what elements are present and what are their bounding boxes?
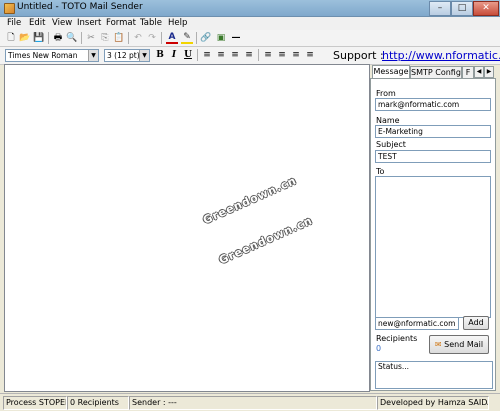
font-size-select[interactable]: 3 (12 pt) ▼ (104, 49, 150, 62)
toolbar-separator (48, 32, 49, 44)
chevron-down-icon[interactable]: ▼ (88, 50, 98, 61)
sender-status: Sender : --- (129, 396, 377, 410)
numbered-list-icon[interactable]: ≡ (201, 49, 213, 61)
print-icon[interactable]: 🖶 (52, 32, 64, 44)
to-label: To (376, 167, 385, 176)
menu-view[interactable]: View (52, 18, 72, 28)
bold-button[interactable]: B (154, 49, 166, 61)
insert-image-icon[interactable]: ▣ (215, 32, 227, 44)
process-status: Process STOPED (3, 396, 67, 410)
from-label: From (376, 89, 396, 98)
undo-icon[interactable]: ↶ (132, 32, 144, 44)
add-button[interactable]: Add (463, 316, 489, 330)
recipients-status: 0 Recipients (67, 396, 129, 410)
align-right-icon[interactable]: ≡ (290, 49, 302, 61)
status-text: Status... (378, 362, 410, 371)
send-mail-label: Send Mail (444, 340, 484, 349)
message-editor[interactable]: Greendown.cn Greendown.cn (4, 64, 370, 392)
menu-edit[interactable]: Edit (29, 18, 45, 28)
toolbar-separator (197, 49, 198, 61)
toolbar-separator (128, 32, 129, 44)
support-label: Support : (333, 49, 384, 62)
developer-credit: Developed by Hamza SAIDA (377, 396, 489, 410)
status-box: Status... (375, 361, 493, 389)
menu-help[interactable]: Help (168, 18, 187, 28)
tab-partial[interactable]: F (462, 66, 474, 78)
toolbar-separator (258, 49, 259, 61)
minimize-button[interactable]: – (429, 1, 451, 16)
bullet-list-icon[interactable]: ≡ (215, 49, 227, 61)
recipients-list[interactable] (375, 176, 491, 318)
message-tab-body: From mark@nformatic.com Name E-Marketing… (370, 78, 496, 391)
watermark-text: Greendown.cn (201, 173, 299, 227)
standard-toolbar: 🗋 📂 💾 🖶 🔍 ✂ ⎘ 📋 ↶ ↷ A ✎ 🔗 ▣ — (0, 30, 500, 47)
menu-table[interactable]: Table (140, 18, 162, 28)
chevron-down-icon[interactable]: ▼ (139, 50, 149, 61)
subject-label: Subject (376, 140, 406, 149)
tab-smtp-config[interactable]: SMTP Config. (410, 66, 462, 78)
outdent-icon[interactable]: ≡ (229, 49, 241, 61)
send-mail-button[interactable]: ✉ Send Mail (429, 335, 489, 354)
tab-message[interactable]: Message (372, 65, 410, 78)
print-preview-icon[interactable]: 🔍 (66, 32, 78, 44)
justify-icon[interactable]: ≡ (304, 49, 316, 61)
app-icon (4, 3, 15, 14)
font-size-value: 3 (12 pt) (107, 51, 140, 60)
toolbar-separator (81, 32, 82, 44)
highlight-icon[interactable]: ✎ (181, 32, 193, 44)
menu-bar: File Edit View Insert Format Table Help (0, 17, 500, 30)
status-bar: Process STOPED 0 Recipients Sender : ---… (0, 393, 500, 411)
font-family-select[interactable]: Times New Roman ▼ (5, 49, 99, 62)
font-color-icon[interactable]: A (166, 32, 178, 44)
cut-icon[interactable]: ✂ (85, 32, 97, 44)
font-family-value: Times New Roman (8, 51, 78, 60)
align-center-icon[interactable]: ≡ (276, 49, 288, 61)
align-left-icon[interactable]: ≡ (262, 49, 274, 61)
title-bar: Untitled - TOTO Mail Sender – □ ✕ (0, 0, 500, 17)
indent-icon[interactable]: ≡ (243, 49, 255, 61)
side-panel: Message SMTP Config. F ◀ ▶ From mark@nfo… (370, 64, 496, 391)
new-recipient-input[interactable]: new@nformatic.com (375, 317, 459, 330)
menu-file[interactable]: File (7, 18, 21, 28)
italic-button[interactable]: I (168, 49, 180, 61)
new-document-icon[interactable]: 🗋 (5, 32, 17, 44)
save-icon[interactable]: 💾 (33, 32, 45, 44)
insert-link-icon[interactable]: 🔗 (200, 32, 212, 44)
open-folder-icon[interactable]: 📂 (19, 32, 31, 44)
toolbar-separator (161, 32, 162, 44)
underline-button[interactable]: U (182, 49, 194, 61)
subject-field[interactable]: TEST (375, 150, 491, 163)
paste-icon[interactable]: 📋 (113, 32, 125, 44)
tab-scroll-right-icon[interactable]: ▶ (484, 66, 494, 78)
horizontal-line-icon[interactable]: — (230, 32, 242, 44)
recipients-label: Recipients (376, 334, 418, 343)
menu-format[interactable]: Format (106, 18, 136, 28)
support-link[interactable]: http://www.nformatic.com (382, 49, 500, 62)
window-title: Untitled - TOTO Mail Sender (17, 2, 143, 12)
close-button[interactable]: ✕ (473, 1, 499, 16)
name-label: Name (376, 116, 400, 125)
from-field[interactable]: mark@nformatic.com (375, 98, 491, 111)
menu-insert[interactable]: Insert (77, 18, 101, 28)
copy-icon[interactable]: ⎘ (99, 32, 111, 44)
redo-icon[interactable]: ↷ (146, 32, 158, 44)
maximize-button[interactable]: □ (451, 1, 473, 16)
name-field[interactable]: E-Marketing (375, 125, 491, 138)
toolbar-separator (196, 32, 197, 44)
recipients-count: 0 (376, 344, 382, 353)
formatting-toolbar: Times New Roman ▼ 3 (12 pt) ▼ B I U ≡ ≡ … (0, 47, 500, 65)
watermark-text: Greendown.cn (217, 213, 315, 267)
tab-scroll-left-icon[interactable]: ◀ (474, 66, 484, 78)
send-mail-icon: ✉ (434, 340, 442, 349)
